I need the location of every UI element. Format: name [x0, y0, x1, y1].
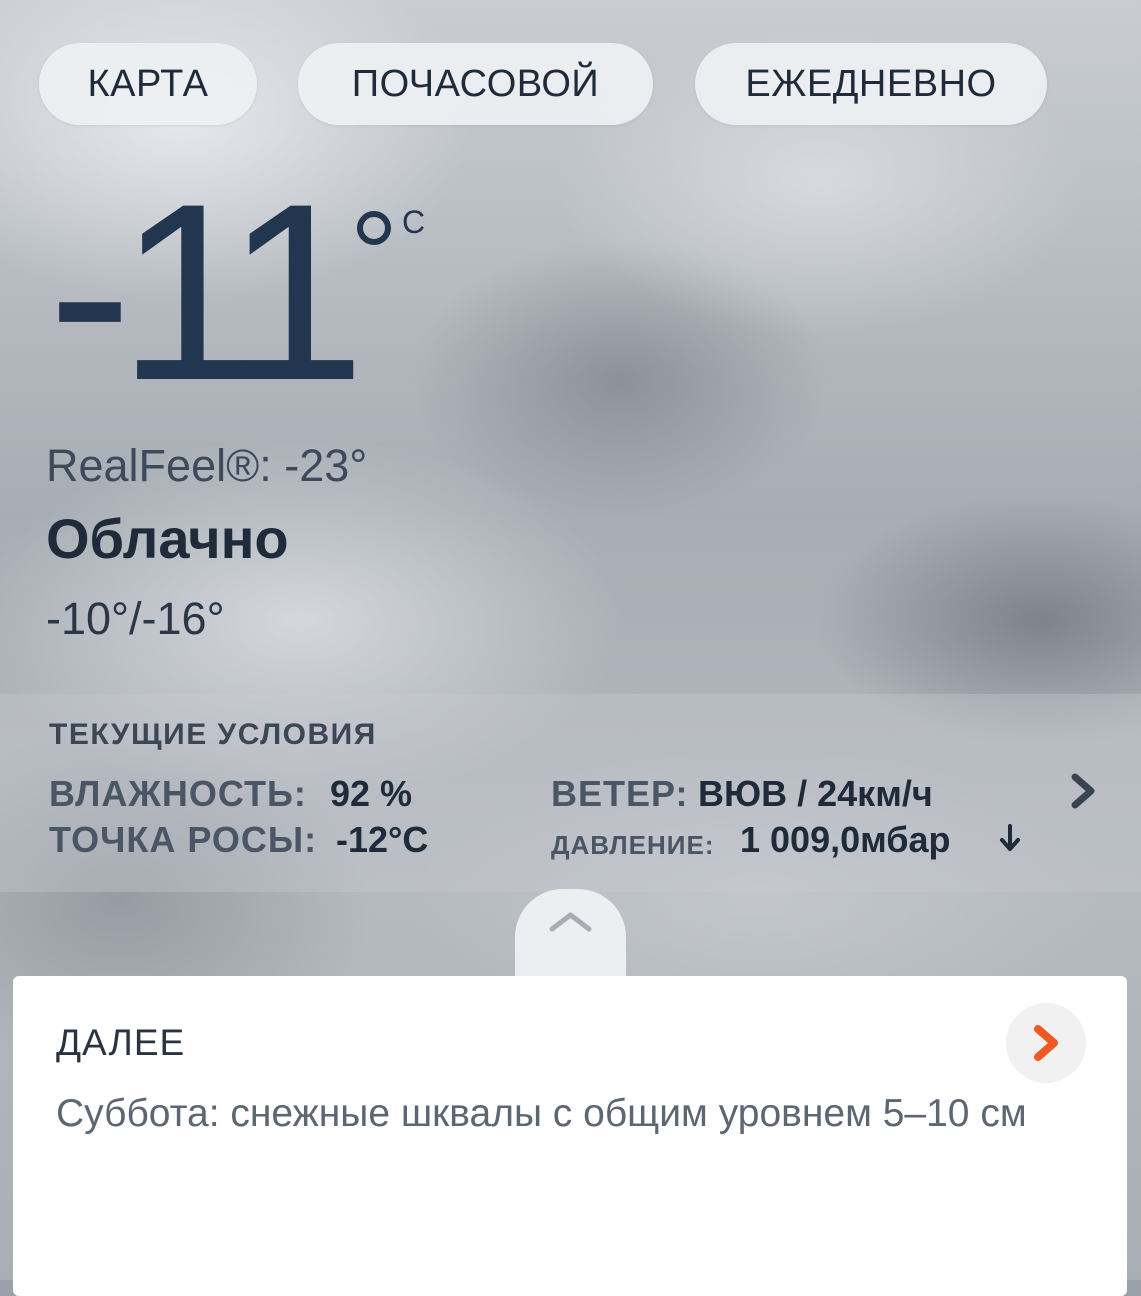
tab-daily[interactable]: ЕЖЕДНЕВНО [695, 43, 1047, 125]
high-low-temperature: -10°/-16° [46, 593, 225, 644]
current-conditions-panel[interactable]: ТЕКУЩИЕ УСЛОВИЯ ВЛАЖНОСТЬ: 92 % ТОЧКА РО… [0, 694, 1141, 892]
next-more-button[interactable] [1006, 1003, 1086, 1083]
temperature-unit: C [402, 204, 426, 240]
expand-handle[interactable] [515, 889, 626, 989]
pressure-label: ДАВЛЕНИЕ: [551, 830, 715, 860]
next-title: ДАЛЕЕ [56, 1022, 186, 1063]
wind-value: ВЮВ / 24км/ч [698, 773, 933, 814]
tab-map[interactable]: КАРТА [39, 43, 257, 125]
realfeel-temperature: RealFeel®: -23° [46, 440, 368, 491]
wind-label: ВЕТЕР: [551, 773, 689, 814]
top-tabs: КАРТА ПОЧАСОВОЙ ЕЖЕДНЕВНО [0, 43, 1141, 125]
chevron-up-icon [549, 912, 592, 932]
current-temperature: -11 [48, 152, 365, 433]
pressure-value: 1 009,0мбар [740, 819, 951, 860]
next-forecast-card[interactable]: ДАЛЕЕ Суббота: снежные шквалы с общим ур… [13, 976, 1127, 1296]
degree-symbol [357, 211, 391, 245]
current-conditions-title: ТЕКУЩИЕ УСЛОВИЯ [49, 718, 377, 751]
dew-point-value: -12°C [336, 819, 429, 860]
humidity-value: 92 % [330, 773, 413, 814]
tab-hourly[interactable]: ПОЧАСОВОЙ [298, 43, 653, 125]
dew-point-label: ТОЧКА РОСЫ: [49, 819, 318, 860]
weather-condition: Облачно [46, 507, 289, 570]
humidity-label: ВЛАЖНОСТЬ: [49, 773, 307, 814]
arrow-down-icon [1000, 824, 1020, 851]
chevron-right-icon[interactable] [1066, 772, 1100, 810]
next-forecast-text: Суббота: снежные шквалы с общим уровнем … [56, 1092, 1027, 1135]
chevron-right-icon [1034, 1025, 1058, 1061]
